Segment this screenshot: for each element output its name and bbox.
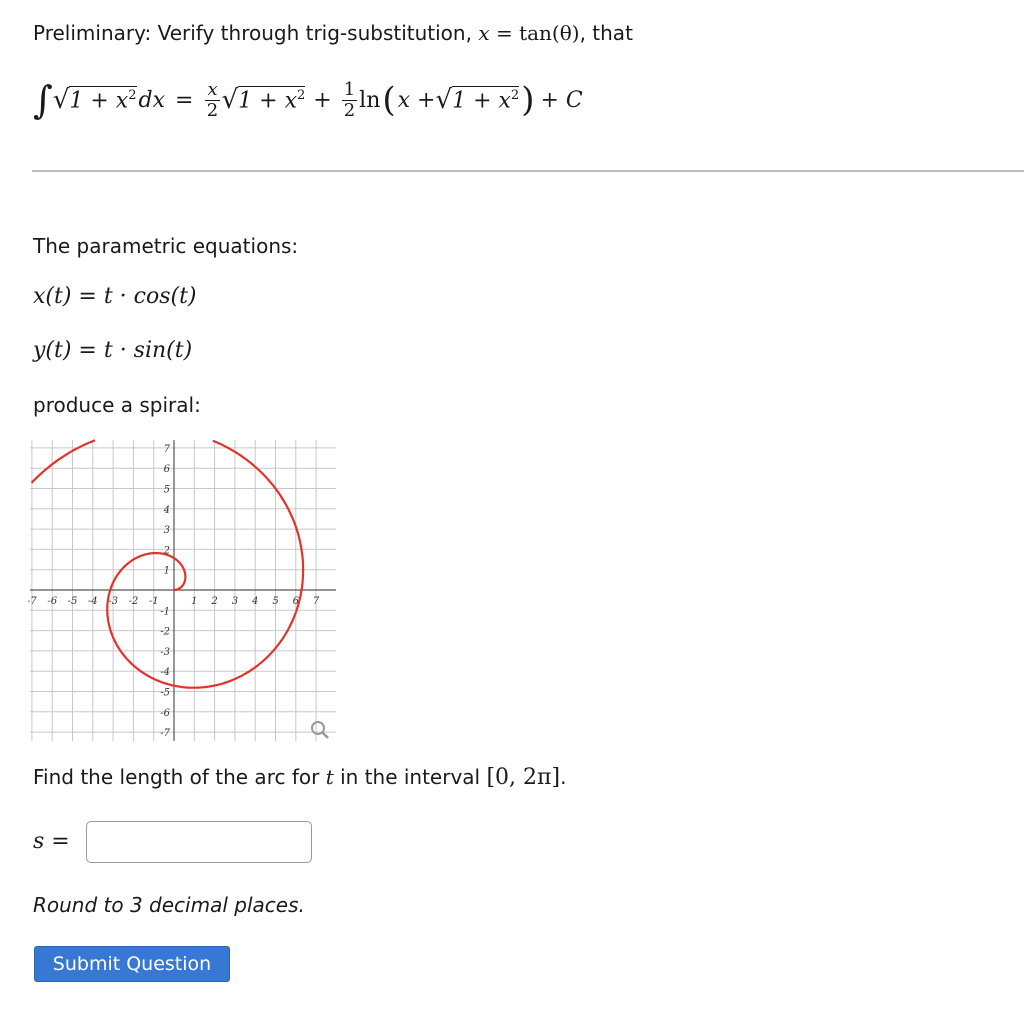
fraction-numerator: 1 [341, 78, 358, 101]
integrand-expression: 1 + x [69, 88, 129, 114]
y-tick-label: 5 [164, 485, 170, 496]
y-tick-label: 4 [163, 505, 170, 516]
sqrt-term-1: 1 + x2 [238, 86, 306, 114]
y-tick-label: 7 [164, 444, 171, 455]
dx: dx [138, 87, 166, 113]
preliminary-label: Preliminary: Verify through trig-substit… [33, 21, 479, 45]
x-tick-label: 2 [210, 596, 217, 607]
plus-constant: + C [540, 87, 583, 113]
fraction-1-over-2: 12 [341, 78, 358, 121]
x-tick-label: -3 [108, 596, 118, 607]
y-tick-label: 6 [164, 464, 171, 475]
x-tick-label: 4 [251, 596, 258, 607]
integral-sign: ∫ [33, 78, 53, 122]
sqrt-term-1-expression: 1 + x [238, 88, 297, 114]
parametric-heading: The parametric equations: [33, 234, 299, 258]
magnifier-icon[interactable] [311, 721, 329, 739]
x-tick-label: 5 [272, 596, 278, 607]
integral-formula: ∫ √ 1 + x2 dx = x2 √ 1 + x2 + 12 ln ( x … [33, 70, 583, 130]
fraction-numerator: x [205, 78, 220, 101]
y-tick-label: -4 [160, 667, 170, 678]
question-mid: in the interval [333, 765, 487, 789]
question-text: Find the length of the arc for t in the … [33, 765, 566, 790]
sqrt-term-2: 1 + x2 [452, 86, 520, 114]
spiral-graph[interactable]: -7 -6 -5 -4 -3 -2 -1 1 2 3 4 5 6 7 7654321-1-2-3-4-5-… [28, 438, 338, 743]
question-label: Find the length of the arc for [33, 765, 326, 789]
x-tick-label: 1 [191, 596, 197, 607]
x-tick-label: -2 [129, 596, 139, 607]
question-variable: t [325, 765, 334, 789]
x-tick-label: -4 [88, 596, 98, 607]
fraction-denominator: 2 [343, 99, 356, 121]
x-tick-label: -6 [47, 596, 57, 607]
y-equation: y(t) = t · sin(t) [33, 338, 193, 363]
preliminary-tail: , that [579, 21, 633, 45]
fraction-denominator: 2 [206, 99, 219, 121]
plus-sign: + [313, 87, 332, 113]
y-tick-label: -1 [160, 606, 170, 617]
answer-input[interactable] [86, 821, 312, 863]
y-tick-label: 1 [164, 566, 170, 577]
x-tick-label: -1 [149, 596, 159, 607]
sqrt-term-2-expression: 1 + x [452, 88, 511, 114]
x-tick-label: -7 [28, 596, 37, 607]
y-tick-label: -6 [160, 708, 170, 719]
x-tick-label: -5 [68, 596, 78, 607]
graph-axes [30, 440, 336, 741]
preliminary-text: Preliminary: Verify through trig-substit… [33, 21, 633, 45]
radical-sign: √ [435, 85, 453, 115]
answer-label: s = [33, 829, 70, 854]
x-tick-label: 7 [313, 596, 320, 607]
left-paren: ( [382, 80, 396, 120]
fraction-x-over-2: x2 [205, 78, 220, 121]
x-equation: x(t) = t · cos(t) [33, 284, 197, 309]
integrand-exponent: 2 [128, 88, 137, 104]
y-tick-label: -5 [160, 688, 170, 699]
section-divider [32, 170, 1024, 172]
substitution-variable: x [478, 21, 490, 45]
sqrt-term-2-exponent: 2 [510, 88, 520, 104]
y-tick-label: -2 [160, 627, 170, 638]
substitution-expression: tan(θ) [519, 21, 580, 45]
radical-sign: √ [221, 85, 239, 115]
rounding-note: Round to 3 decimal places. [33, 893, 305, 917]
right-paren: ) [521, 80, 535, 120]
equals-sign: = [489, 21, 520, 45]
x-plus: x + [397, 87, 436, 113]
y-tick-label: -3 [160, 647, 170, 658]
integrand: 1 + x2 [69, 86, 137, 114]
interval: [0, 2π] [486, 765, 561, 790]
submit-question-button[interactable]: Submit Question [34, 946, 230, 982]
formula-equals: = [175, 87, 194, 113]
x-tick-label: 3 [232, 596, 238, 607]
radical-sign: √ [52, 85, 70, 115]
spiral-text: produce a spiral: [33, 393, 201, 417]
question-end: . [560, 765, 567, 789]
y-tick-label: 3 [164, 525, 170, 536]
ln-operator: ln [359, 87, 381, 113]
y-tick-label: -7 [160, 728, 170, 739]
sqrt-term-1-exponent: 2 [297, 88, 306, 104]
